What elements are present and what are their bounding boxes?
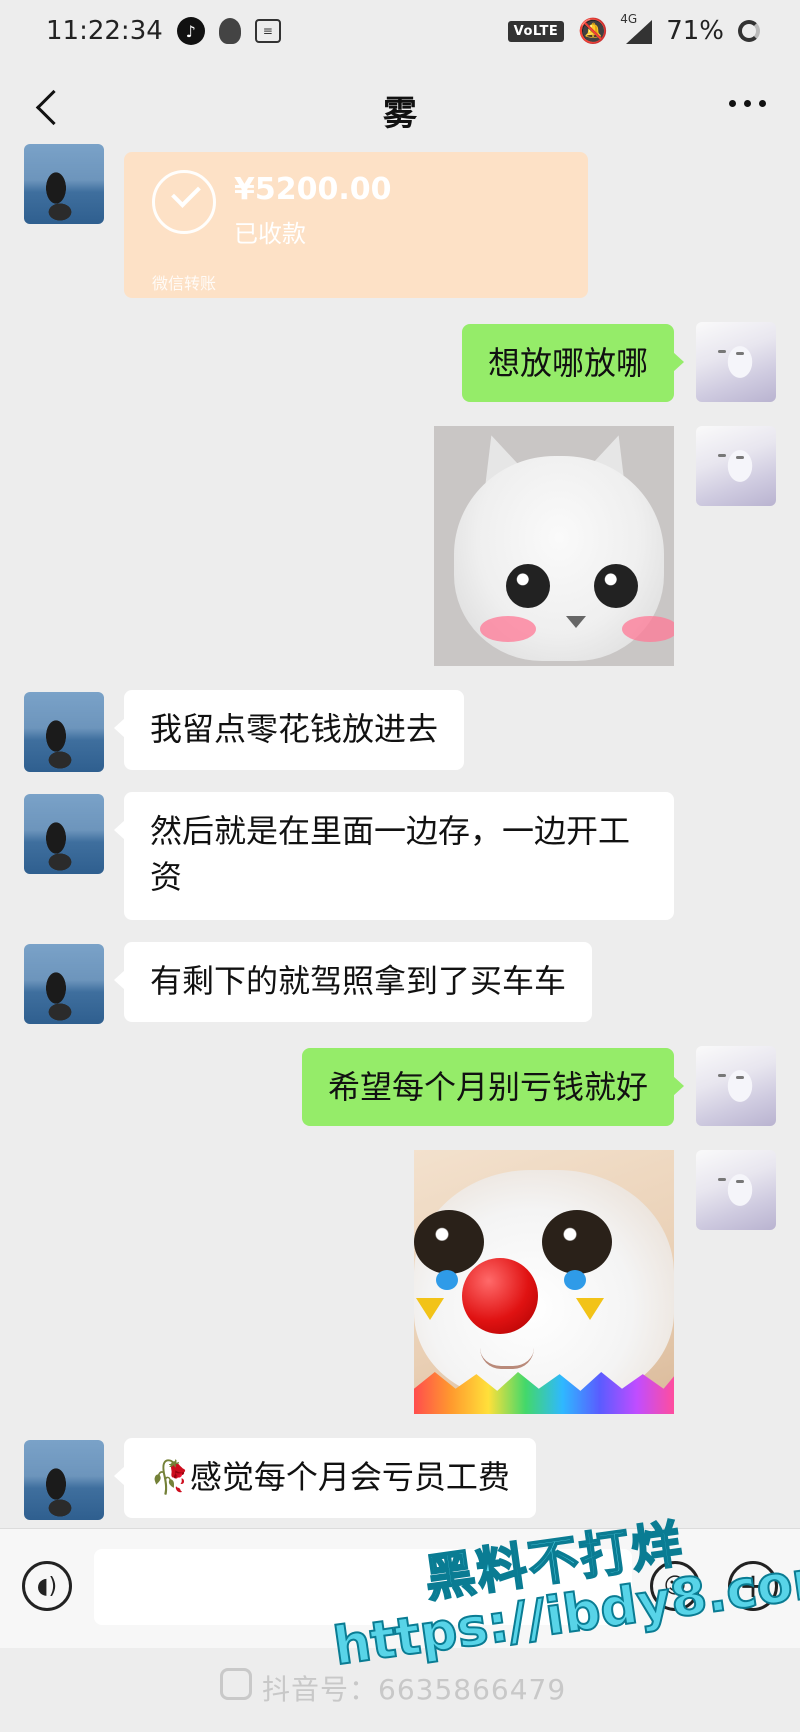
my-avatar[interactable]: [696, 426, 776, 506]
sticker-cat-eye: [414, 1210, 484, 1274]
clown-cat-sticker[interactable]: [414, 1150, 674, 1414]
contact-avatar[interactable]: [24, 794, 104, 874]
mute-bell-icon: 🔕: [578, 17, 609, 45]
my-avatar[interactable]: [696, 322, 776, 402]
my-avatar[interactable]: [696, 1150, 776, 1230]
chat-title: 雾: [383, 93, 417, 134]
more-dot-icon: [759, 100, 766, 107]
contact-avatar[interactable]: [24, 144, 104, 224]
contact-avatar[interactable]: [24, 1440, 104, 1520]
sticker-cat-tear: [436, 1270, 458, 1290]
sticker-cat-eye: [542, 1210, 612, 1274]
network-type: 4G: [620, 12, 638, 26]
message-bubble-other[interactable]: 有剩下的就驾照拿到了买车车: [113, 942, 593, 1022]
voice-wave-icon: ◖): [36, 1573, 58, 1599]
message-notification-icon: ≡: [254, 19, 281, 43]
message-bubble-other[interactable]: 然后就是在里面一边存，一边开工 资: [114, 792, 674, 920]
tiktok-icon: ♪: [176, 17, 205, 45]
message-bubble-me[interactable]: 想放哪放哪: [461, 324, 685, 402]
sticker-clown-nose: [462, 1258, 538, 1334]
more-dot-icon: [744, 100, 751, 107]
transfer-card[interactable]: ¥5200.00 已收款 微信转账: [124, 152, 588, 298]
sticker-clown-triangle: [416, 1298, 444, 1320]
chat-header: 雾: [0, 62, 800, 158]
message-bubble-other[interactable]: 🥀感觉每个月会亏员工费: [114, 1438, 536, 1518]
sticker-cat-blush: [480, 616, 536, 642]
check-circle-icon: [152, 170, 216, 234]
transfer-footer: 微信转账: [152, 274, 217, 293]
message-bubble-other[interactable]: 我留点零花钱放进去: [113, 690, 465, 770]
status-bar-left: 11:22:34 ♪ ≡: [46, 16, 281, 46]
contact-avatar[interactable]: [24, 944, 104, 1024]
crying-cat-sticker[interactable]: [434, 426, 674, 666]
sticker-cat-eye: [594, 564, 638, 608]
douyin-id-watermark: 抖音号：6635866479: [262, 1673, 567, 1706]
status-time: 11:22:34: [46, 16, 163, 46]
chevron-left-icon: [35, 89, 71, 125]
transfer-amount: ¥5200.00: [234, 172, 392, 207]
sticker-cat-mouth: [480, 1348, 534, 1369]
douyin-logo-icon: [220, 1668, 252, 1700]
sticker-cat-nose: [566, 616, 586, 628]
sticker-cat-head: [414, 1170, 674, 1400]
sticker-cat-head: [454, 456, 674, 661]
contact-avatar[interactable]: [24, 692, 104, 772]
battery-percent: 71%: [666, 16, 724, 46]
more-dot-icon: [729, 100, 736, 107]
message-bubble-me[interactable]: 希望每个月别亏钱就好: [301, 1048, 685, 1126]
sticker-cat-blush: [622, 616, 674, 642]
status-bar: 11:22:34 ♪ ≡ VoLTE 🔕 4G 71%: [0, 0, 800, 62]
signal-icon: 4G: [620, 12, 653, 44]
my-avatar[interactable]: [696, 1046, 776, 1126]
volte-badge: VoLTE: [507, 20, 565, 42]
status-bar-right: VoLTE 🔕 4G 71%: [507, 12, 760, 46]
shield-icon: [218, 18, 241, 44]
sticker-cat-eye: [506, 564, 550, 608]
voice-input-button[interactable]: ◖): [22, 1561, 72, 1611]
more-options-button[interactable]: [729, 100, 766, 107]
sticker-clown-triangle: [576, 1298, 604, 1320]
transfer-status: 已收款: [234, 220, 306, 248]
sticker-cat-tear: [564, 1270, 586, 1290]
battery-icon: [738, 20, 760, 42]
back-button[interactable]: [32, 89, 71, 125]
